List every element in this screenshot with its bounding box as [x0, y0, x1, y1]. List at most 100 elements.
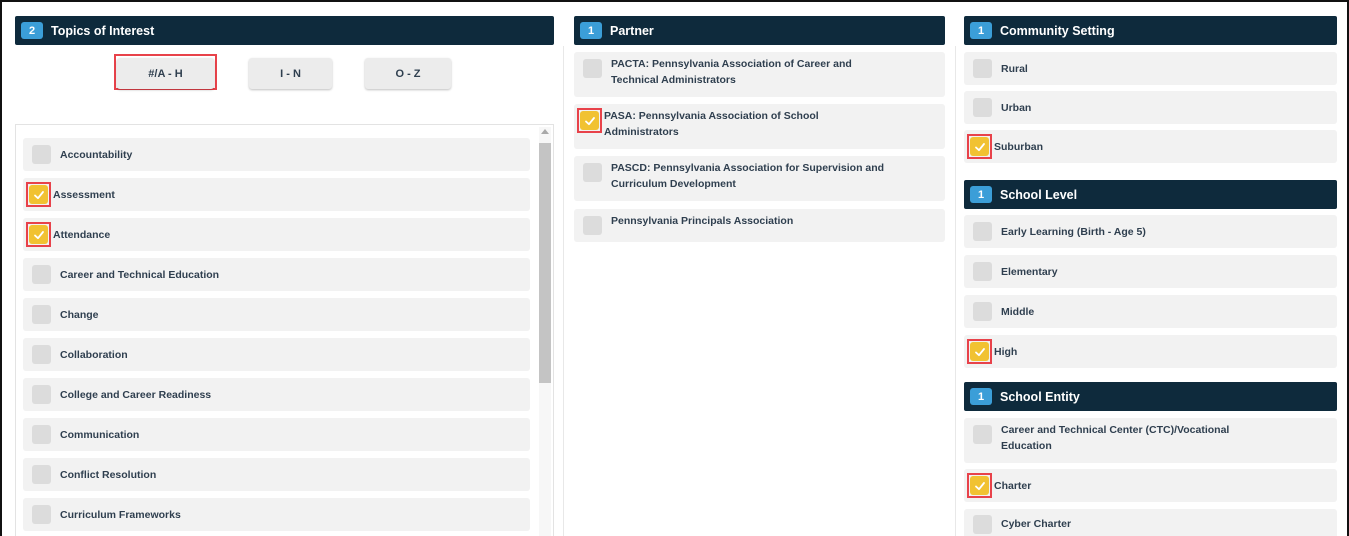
- selection-highlight: [967, 339, 992, 364]
- checkbox-wrap: [970, 95, 995, 120]
- school-level-item[interactable]: Elementary: [964, 255, 1337, 288]
- partner-panel: 1 Partner: [574, 16, 945, 45]
- item-label: Charter: [994, 479, 1032, 492]
- topics-count-badge: 2: [21, 22, 43, 39]
- checkbox[interactable]: [973, 59, 992, 78]
- item-label: Career and Technical Education: [60, 268, 220, 281]
- item-label-line2: Technical Administrators: [611, 74, 736, 86]
- topic-item[interactable]: Communication: [23, 418, 530, 451]
- checkbox-wrap: [29, 302, 54, 327]
- checkbox-wrap: [580, 56, 605, 81]
- partner-item[interactable]: PASCD: Pennsylvania Association for Supe…: [574, 156, 945, 201]
- checkbox-checked[interactable]: [580, 111, 599, 130]
- checkbox[interactable]: [583, 163, 602, 182]
- checkbox-wrap: [29, 462, 54, 487]
- item-label: Elementary: [1001, 265, 1058, 278]
- column-divider: [955, 46, 956, 536]
- topic-item[interactable]: Change: [23, 298, 530, 331]
- checkbox[interactable]: [973, 98, 992, 117]
- partner-item[interactable]: Pennsylvania Principals Association: [574, 209, 945, 242]
- checkmark-icon: [974, 346, 986, 358]
- community-count-badge: 1: [970, 22, 992, 39]
- checkbox[interactable]: [32, 465, 51, 484]
- scroll-up-arrow-icon[interactable]: [541, 129, 549, 134]
- school-level-title: School Level: [1000, 187, 1078, 202]
- selection-highlight: [577, 108, 602, 133]
- checkbox-wrap: [580, 160, 605, 185]
- school-level-item[interactable]: Middle: [964, 295, 1337, 328]
- partner-header[interactable]: 1 Partner: [574, 16, 945, 45]
- item-label: Accountability: [60, 148, 133, 161]
- selection-highlight: [967, 134, 992, 159]
- checkbox[interactable]: [32, 265, 51, 284]
- selection-highlight: [967, 473, 992, 498]
- topic-item[interactable]: Conflict Resolution: [23, 458, 530, 491]
- checkbox-wrap: [29, 262, 54, 287]
- partner-item[interactable]: PACTA: Pennsylvania Association of Caree…: [574, 52, 945, 97]
- filter-a-h-button[interactable]: #/A - H: [117, 58, 214, 89]
- school-level-count-badge: 1: [970, 186, 992, 203]
- school-entity-item[interactable]: Career and Technical Center (CTC)/Vocati…: [964, 418, 1337, 463]
- checkbox-wrap: [29, 142, 54, 167]
- checkmark-icon: [33, 189, 45, 201]
- topic-item[interactable]: Collaboration: [23, 338, 530, 371]
- checkbox[interactable]: [973, 262, 992, 281]
- selection-highlight: [26, 222, 51, 247]
- topic-item[interactable]: Attendance: [23, 218, 530, 251]
- checkbox[interactable]: [583, 216, 602, 235]
- community-item[interactable]: Rural: [964, 52, 1337, 85]
- school-level-item[interactable]: High: [964, 335, 1337, 368]
- school-entity-item[interactable]: Cyber Charter: [964, 509, 1337, 536]
- filter-o-z-button[interactable]: O - Z: [365, 58, 451, 89]
- checkbox[interactable]: [32, 305, 51, 324]
- item-label: Collaboration: [60, 348, 128, 361]
- checkbox-checked[interactable]: [29, 225, 48, 244]
- item-label: Communication: [60, 428, 140, 441]
- scrollbar-thumb[interactable]: [539, 143, 551, 383]
- topic-item[interactable]: Assessment: [23, 178, 530, 211]
- checkbox[interactable]: [973, 514, 992, 534]
- topic-item[interactable]: Accountability: [23, 138, 530, 171]
- community-item[interactable]: Suburban: [964, 130, 1337, 163]
- checkbox-wrap: [970, 219, 995, 244]
- checkbox-wrap: [970, 299, 995, 324]
- partner-count-badge: 1: [580, 22, 602, 39]
- community-item[interactable]: Urban: [964, 91, 1337, 124]
- school-level-header[interactable]: 1 School Level: [964, 180, 1337, 209]
- checkbox-wrap: [580, 213, 605, 238]
- checkbox[interactable]: [973, 425, 992, 444]
- item-label: Early Learning (Birth - Age 5): [1001, 225, 1146, 238]
- column-divider: [563, 46, 564, 536]
- checkbox-checked[interactable]: [29, 185, 48, 204]
- school-level-item[interactable]: Early Learning (Birth - Age 5): [964, 215, 1337, 248]
- checkbox[interactable]: [32, 385, 51, 404]
- item-label-line2: Administrators: [604, 126, 679, 138]
- checkbox-checked[interactable]: [970, 476, 989, 495]
- checkbox[interactable]: [583, 59, 602, 78]
- item-label: High: [994, 345, 1018, 358]
- checkbox-checked[interactable]: [970, 342, 989, 361]
- school-entity-item[interactable]: Charter: [964, 469, 1337, 502]
- checkmark-icon: [974, 480, 986, 492]
- checkbox[interactable]: [32, 425, 51, 444]
- item-label: Conflict Resolution: [60, 468, 157, 481]
- item-label: College and Career Readiness: [60, 388, 212, 401]
- checkbox-wrap: [970, 56, 995, 81]
- item-label-line2: Curriculum Development: [611, 178, 736, 190]
- topic-item[interactable]: Career and Technical Education: [23, 258, 530, 291]
- topics-header[interactable]: 2 Topics of Interest: [15, 16, 554, 45]
- community-header[interactable]: 1 Community Setting: [964, 16, 1337, 45]
- checkbox[interactable]: [973, 302, 992, 321]
- checkbox-wrap: [29, 382, 54, 407]
- topic-item[interactable]: College and Career Readiness: [23, 378, 530, 411]
- school-entity-header[interactable]: 1 School Entity: [964, 382, 1337, 411]
- school-level-panel: 1 School Level: [964, 180, 1337, 209]
- checkbox-checked[interactable]: [970, 137, 989, 156]
- filter-i-n-button[interactable]: I - N: [249, 58, 332, 89]
- topic-item[interactable]: Curriculum Frameworks: [23, 498, 530, 531]
- checkbox[interactable]: [32, 145, 51, 164]
- partner-item[interactable]: PASA: Pennsylvania Association of School…: [574, 104, 945, 149]
- checkbox[interactable]: [32, 505, 51, 524]
- checkbox[interactable]: [973, 222, 992, 241]
- checkbox[interactable]: [32, 345, 51, 364]
